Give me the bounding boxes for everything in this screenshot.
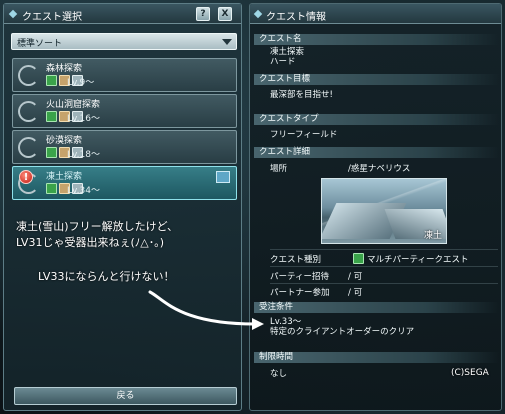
annotation-arrow bbox=[148, 290, 264, 330]
